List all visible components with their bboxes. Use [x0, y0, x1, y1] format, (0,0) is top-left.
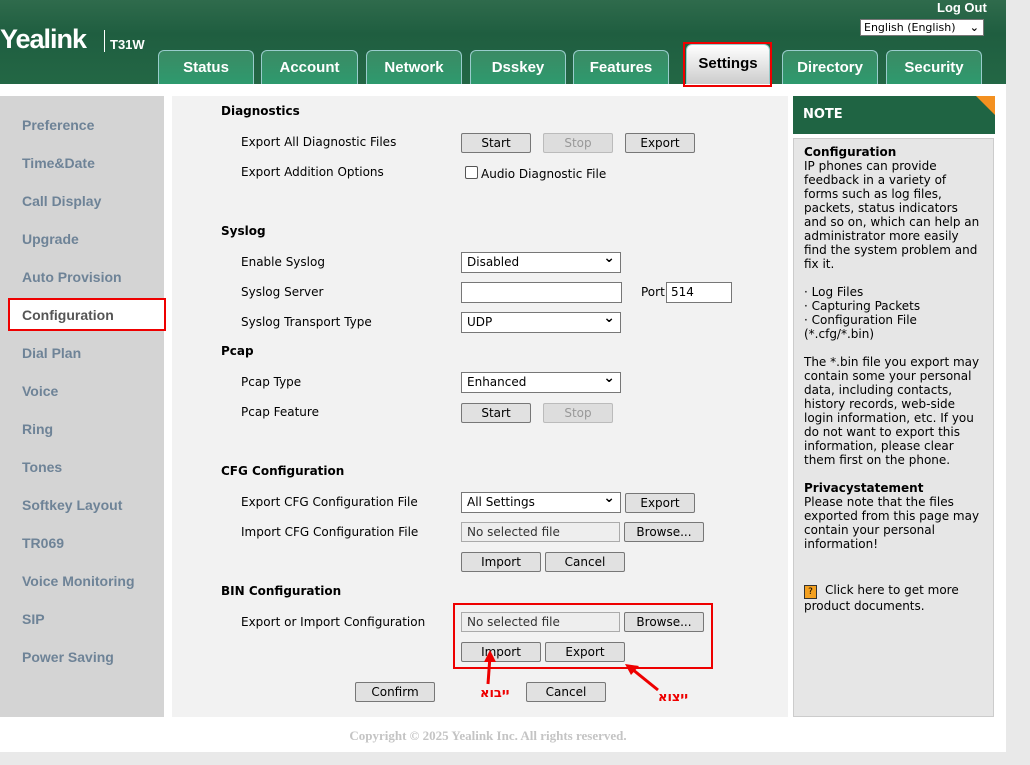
transport-type-select[interactable]: UDP: [461, 309, 621, 333]
port-label: Port: [641, 285, 665, 299]
sidebar-item-voice[interactable]: Voice: [22, 383, 58, 399]
sidebar-item-auto-provision[interactable]: Auto Provision: [22, 269, 122, 285]
note-list-item: · Capturing Packets: [804, 299, 921, 313]
cfg-import-button[interactable]: Import: [461, 552, 541, 572]
note-list-item: · Log Files: [804, 285, 864, 299]
tab-features[interactable]: Features: [573, 50, 669, 84]
arrow-export: [631, 667, 659, 692]
addition-options-label: Export Addition Options: [241, 165, 384, 179]
sidebar-item-power-saving[interactable]: Power Saving: [22, 649, 114, 665]
import-cfg-label: Import CFG Configuration File: [241, 525, 419, 539]
language-select[interactable]: English (English) ⌄: [860, 19, 984, 36]
sidebar-item-configuration[interactable]: Configuration: [22, 307, 114, 323]
bin-label: Export or Import Configuration: [241, 615, 426, 629]
sidebar-item-ring[interactable]: Ring: [22, 421, 53, 437]
cfg-cancel-button[interactable]: Cancel: [545, 552, 625, 572]
audio-diagnostic-label: Audio Diagnostic File: [481, 167, 607, 181]
tab-status[interactable]: Status: [158, 50, 254, 84]
section-pcap: Pcap: [221, 344, 254, 358]
sidebar-item-sip[interactable]: SIP: [22, 611, 45, 627]
diag-export-button[interactable]: Export: [625, 133, 695, 153]
note-text: IP phones can provide feedback in a vari…: [804, 159, 980, 271]
sidebar-item-voice-monitoring[interactable]: Voice Monitoring: [22, 573, 135, 589]
note-heading: Configuration: [804, 145, 897, 159]
cfg-browse-button[interactable]: Browse...: [624, 522, 704, 542]
export-cfg-label: Export CFG Configuration File: [241, 495, 418, 509]
confirm-button[interactable]: Confirm: [355, 682, 435, 702]
audio-diagnostic-checkbox[interactable]: [465, 166, 478, 179]
pcap-start-button[interactable]: Start: [461, 403, 531, 423]
diag-stop-button[interactable]: Stop: [543, 133, 613, 153]
note-list-item: · Configuration File (*.cfg/*.bin): [804, 313, 917, 341]
diag-start-button[interactable]: Start: [461, 133, 531, 153]
highlight-box: [683, 42, 772, 87]
tab-dsskey[interactable]: Dsskey: [470, 50, 566, 84]
sidebar-item-tones[interactable]: Tones: [22, 459, 62, 475]
note-text: Please note that the files exported from…: [804, 495, 980, 551]
annotation-export: ייצוא: [658, 690, 689, 705]
section-bin: BIN Configuration: [221, 584, 342, 598]
export-cfg-select[interactable]: All Settings: [461, 489, 621, 513]
sidebar-item-softkey-layout[interactable]: Softkey Layout: [22, 497, 122, 513]
logout-link[interactable]: Log Out: [937, 0, 987, 15]
note-heading: Privacystatement: [804, 481, 924, 495]
section-cfg: CFG Configuration: [221, 464, 345, 478]
sidebar-item-tr069[interactable]: TR069: [22, 535, 64, 551]
model-label: T31W: [104, 30, 145, 52]
sidebar-item-time-date[interactable]: Time&Date: [22, 155, 95, 171]
note-body: Configuration IP phones can provide feedb…: [793, 138, 994, 717]
note-corner: [976, 96, 995, 115]
document-icon: ?: [804, 585, 817, 599]
port-input[interactable]: 514: [666, 282, 732, 303]
language-value: English (English): [864, 21, 956, 34]
syslog-server-input[interactable]: [461, 282, 622, 303]
note-text: The *.bin file you export may contain so…: [804, 355, 980, 467]
transport-type-label: Syslog Transport Type: [241, 315, 372, 329]
export-all-label: Export All Diagnostic Files: [241, 135, 397, 149]
cfg-export-button[interactable]: Export: [625, 493, 695, 513]
pcap-stop-button[interactable]: Stop: [543, 403, 613, 423]
pcap-feature-label: Pcap Feature: [241, 405, 319, 419]
logo: Yealink: [0, 24, 87, 54]
pcap-type-label: Pcap Type: [241, 375, 302, 389]
annotation-import: ייבוא: [480, 686, 510, 701]
tab-network[interactable]: Network: [366, 50, 462, 84]
cfg-file-field[interactable]: No selected file: [461, 522, 620, 542]
enable-syslog-label: Enable Syslog: [241, 255, 325, 269]
tab-account[interactable]: Account: [261, 50, 358, 84]
enable-syslog-select[interactable]: Disabled: [461, 249, 621, 273]
section-syslog: Syslog: [221, 224, 266, 238]
sidebar-item-upgrade[interactable]: Upgrade: [22, 231, 79, 247]
syslog-server-label: Syslog Server: [241, 285, 324, 299]
sidebar-item-call-display[interactable]: Call Display: [22, 193, 101, 209]
note-header: NOTE: [793, 96, 995, 134]
documents-link[interactable]: Click here to get more product documents…: [804, 583, 959, 613]
copyright: Copyright © 2025 Yealink Inc. All rights…: [349, 728, 627, 743]
pcap-type-select[interactable]: Enhanced: [461, 369, 621, 393]
tab-directory[interactable]: Directory: [782, 50, 878, 84]
tab-security[interactable]: Security: [886, 50, 982, 84]
chevron-down-icon: ⌄: [969, 21, 979, 34]
sidebar-item-dial-plan[interactable]: Dial Plan: [22, 345, 81, 361]
section-diagnostics: Diagnostics: [221, 104, 300, 118]
sidebar-item-preference[interactable]: Preference: [22, 117, 94, 133]
